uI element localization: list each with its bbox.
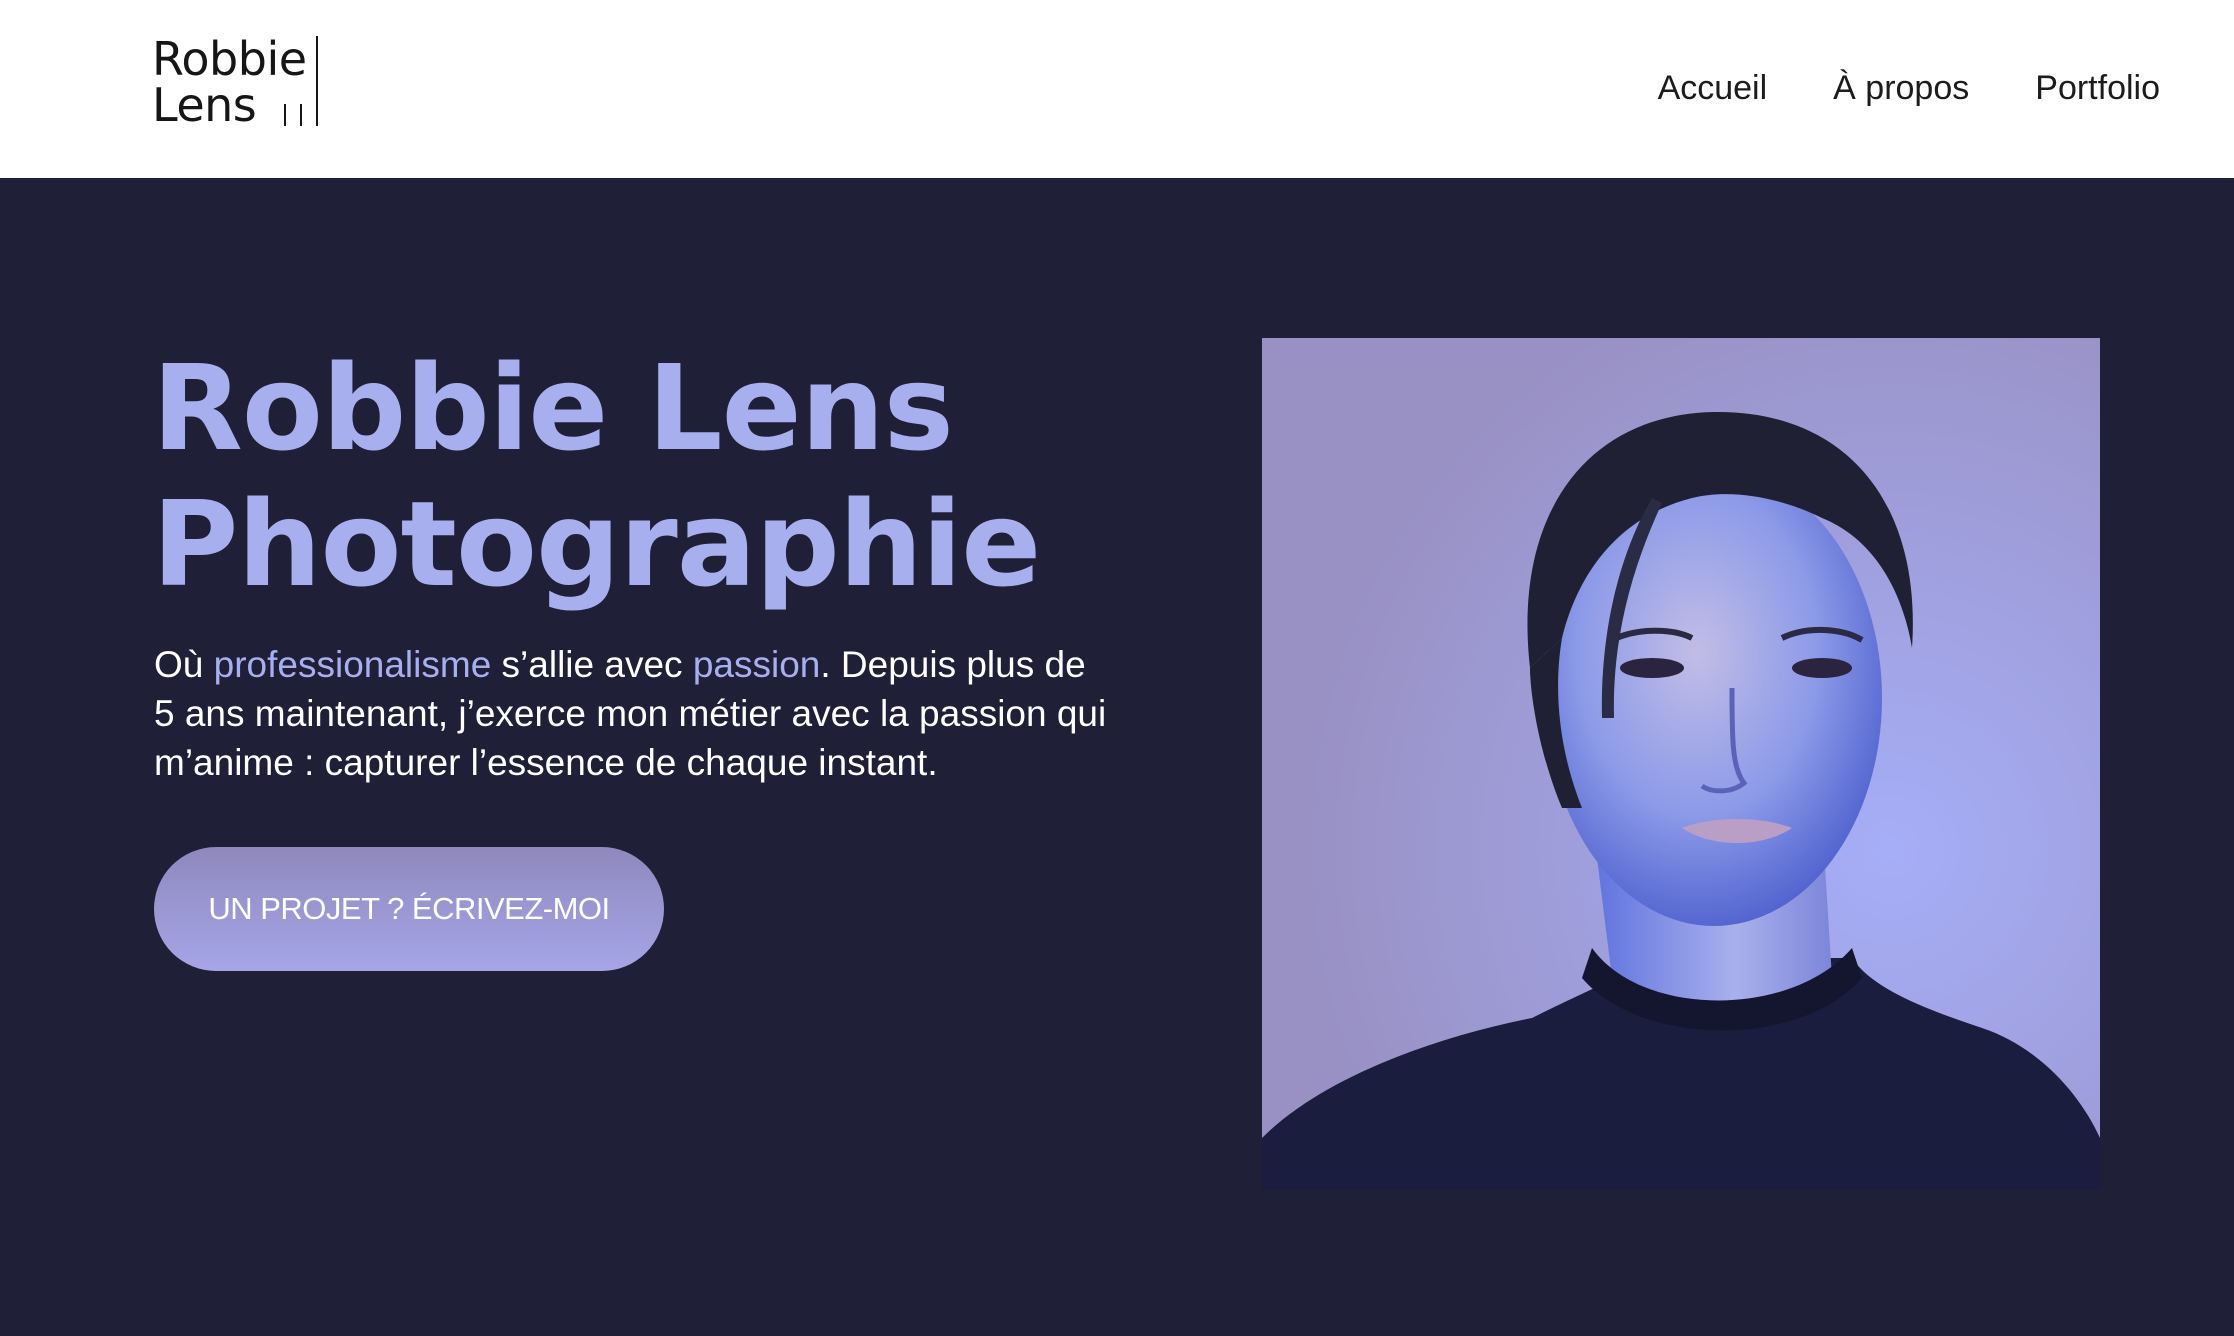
hero-title: Robbie Lens Photographie bbox=[152, 340, 1152, 612]
logo-bars-icon bbox=[278, 36, 322, 126]
main-nav: Accueil À propos Portfolio bbox=[1658, 66, 2160, 110]
logo[interactable]: Robbie Lens bbox=[152, 36, 322, 130]
hero-text-part-1: Où bbox=[154, 644, 214, 685]
nav-item-accueil[interactable]: Accueil bbox=[1658, 66, 1768, 110]
logo-line-1: Robbie bbox=[152, 32, 307, 86]
contact-cta-button[interactable]: UN PROJET ? ÉCRIVEZ-MOI bbox=[154, 847, 664, 971]
hero-text-part-2: s’allie avec bbox=[491, 644, 693, 685]
hero-text-accent-passion: passion bbox=[692, 644, 821, 685]
nav-item-a-propos[interactable]: À propos bbox=[1833, 66, 1969, 110]
portrait-illustration bbox=[1262, 338, 2100, 1190]
hero-description: Où professionalisme s’allie avec passion… bbox=[154, 640, 1114, 787]
portrait-photo bbox=[1262, 338, 2100, 1190]
hero-title-line-1: Robbie Lens bbox=[152, 339, 954, 477]
nav-item-portfolio[interactable]: Portfolio bbox=[2035, 66, 2160, 110]
hero-text-accent-professionalisme: professionalisme bbox=[213, 644, 492, 685]
hero-title-line-2: Photographie bbox=[152, 475, 1041, 613]
hero-section: Robbie Lens Photographie Où professional… bbox=[0, 178, 2234, 1336]
site-header: Robbie Lens Accueil À propos Portfolio bbox=[0, 0, 2234, 178]
